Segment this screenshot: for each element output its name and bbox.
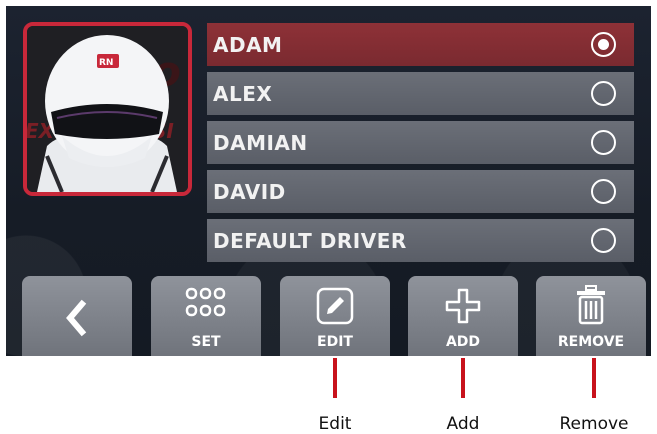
remove-button[interactable]: REMOVE xyxy=(536,276,646,356)
add-callout-line xyxy=(461,358,465,398)
edit-callout-label: Edit xyxy=(318,414,352,434)
radio-unselected-icon[interactable] xyxy=(591,228,616,253)
set-button[interactable]: SET xyxy=(151,276,261,356)
driver-list: ADAM ALEX DAMIAN DAVID DEFAULT DRIVER xyxy=(207,23,634,268)
trash-icon xyxy=(577,285,605,325)
driver-name: DAVID xyxy=(213,179,286,204)
back-button[interactable] xyxy=(22,276,132,356)
driver-name: ADAM xyxy=(213,32,283,57)
edit-callout-line xyxy=(333,358,337,398)
set-label: SET xyxy=(191,334,221,350)
pencil-icon xyxy=(316,287,354,325)
driver-name: DEFAULT DRIVER xyxy=(213,228,407,253)
svg-text:RN: RN xyxy=(99,58,113,68)
radio-unselected-icon[interactable] xyxy=(591,179,616,204)
grid-icon xyxy=(185,287,226,317)
add-label: ADD xyxy=(445,334,481,350)
helmet-photo-icon: po MA EX SI RN xyxy=(27,26,188,192)
remove-label: REMOVE xyxy=(557,334,625,350)
driver-row[interactable]: ALEX xyxy=(207,72,634,115)
radio-unselected-icon[interactable] xyxy=(591,81,616,106)
driver-name: DAMIAN xyxy=(213,130,308,155)
screen: po MA EX SI RN ADAM ALEX DAMIAN xyxy=(6,6,651,356)
edit-button[interactable]: EDIT xyxy=(280,276,390,356)
plus-icon xyxy=(445,288,481,324)
radio-selected-icon[interactable] xyxy=(591,32,616,57)
driver-row[interactable]: DAVID xyxy=(207,170,634,213)
driver-row[interactable]: DEFAULT DRIVER xyxy=(207,219,634,262)
driver-row[interactable]: ADAM xyxy=(207,23,634,66)
driver-name: ALEX xyxy=(213,81,273,106)
add-callout-label: Add xyxy=(446,414,480,434)
toolbar: SET EDIT ADD REMOVE xyxy=(6,276,651,356)
driver-avatar[interactable]: po MA EX SI RN xyxy=(23,22,192,196)
radio-unselected-icon[interactable] xyxy=(591,130,616,155)
remove-callout-label: Remove xyxy=(559,414,629,434)
driver-row[interactable]: DAMIAN xyxy=(207,121,634,164)
add-button[interactable]: ADD xyxy=(408,276,518,356)
edit-label: EDIT xyxy=(317,334,353,350)
chevron-left-icon xyxy=(66,299,87,337)
remove-callout-line xyxy=(592,358,596,398)
